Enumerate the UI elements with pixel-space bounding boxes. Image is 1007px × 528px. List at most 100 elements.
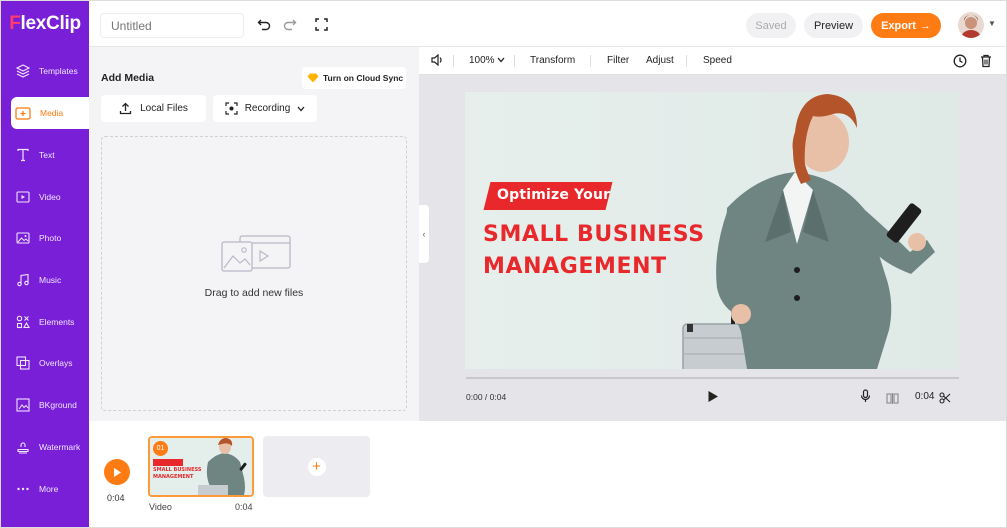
diamond-icon	[307, 73, 319, 83]
sidebar-item-label: Watermark	[39, 442, 81, 452]
media-panel: Add Media Turn on Cloud Sync Local Files…	[89, 47, 419, 421]
collapse-panel-button[interactable]: ‹	[419, 205, 429, 263]
video-icon	[16, 191, 30, 203]
sidebar-item-watermark[interactable]: Watermark	[1, 431, 89, 463]
local-files-button[interactable]: Local Files	[101, 95, 206, 122]
overlays-icon	[16, 356, 30, 370]
sidebar-item-label: Text	[39, 150, 55, 160]
sidebar-item-label: Music	[39, 275, 62, 285]
trash-icon[interactable]	[980, 54, 992, 71]
timecode: 0:00 / 0:04	[466, 392, 507, 402]
fullscreen-icon[interactable]	[312, 15, 330, 33]
panel-title: Add Media	[101, 72, 155, 84]
chevron-down-icon	[297, 106, 305, 111]
playback-scrubber[interactable]	[466, 377, 959, 379]
timeline-play-button[interactable]	[104, 459, 130, 485]
zoom-select[interactable]: 100%	[469, 55, 505, 66]
add-clip-button[interactable]: +	[263, 436, 370, 497]
volume-icon[interactable]	[431, 53, 444, 69]
sidebar-item-overlays[interactable]: Overlays	[1, 347, 89, 379]
sidebar: Templates Media Text Video Photo Music E…	[1, 47, 89, 527]
sidebar-item-media[interactable]: Media	[11, 97, 89, 129]
logo[interactable]: FlexClip	[1, 1, 89, 47]
divider	[514, 55, 515, 67]
chevron-down-icon[interactable]: ▼	[988, 19, 996, 28]
sidebar-item-label: More	[39, 484, 59, 494]
scissors-icon[interactable]	[939, 391, 951, 409]
canvas-headline: SMALL BUSINESS MANAGEMENT	[483, 219, 705, 283]
play-icon	[114, 467, 121, 477]
sidebar-item-more[interactable]: More	[1, 473, 89, 505]
record-icon	[225, 102, 238, 115]
microphone-icon[interactable]	[860, 389, 871, 408]
upload-icon	[119, 102, 132, 115]
sidebar-item-photo[interactable]: Photo	[1, 222, 89, 254]
sidebar-item-video[interactable]: Video	[1, 181, 89, 213]
play-icon[interactable]	[707, 390, 719, 408]
sidebar-item-label: BKground	[39, 400, 77, 410]
preview-button[interactable]: Preview	[804, 13, 863, 38]
music-icon	[17, 273, 29, 287]
top-bar: FlexClip Saved Preview Export → ▼	[1, 1, 1006, 47]
chevron-left-icon: ‹	[422, 229, 426, 239]
export-label: Export	[881, 19, 916, 32]
export-button[interactable]: Export →	[871, 13, 941, 38]
editor-toolbar: 100% Transform Filter Adjust Speed	[419, 47, 1006, 75]
drop-text: Drag to add new files	[204, 287, 304, 299]
headline-line-1: SMALL BUSINESS	[483, 222, 705, 247]
more-icon	[17, 487, 29, 491]
adjust-button[interactable]: Adjust	[646, 55, 674, 66]
sidebar-item-label: Templates	[39, 66, 78, 76]
divider	[590, 55, 591, 67]
sidebar-item-elements[interactable]: Elements	[1, 306, 89, 338]
app-window: FlexClip Saved Preview Export → ▼ Templa…	[0, 0, 1007, 528]
chevron-down-icon	[497, 57, 505, 63]
clip-label: Video	[149, 502, 172, 512]
transform-button[interactable]: Transform	[530, 55, 575, 66]
layers-icon	[16, 64, 30, 78]
sidebar-item-templates[interactable]: Templates	[1, 55, 89, 87]
sidebar-item-background[interactable]: BKground	[1, 389, 89, 421]
headline-line-2: MANAGEMENT	[483, 254, 667, 279]
clip-thumb-line-1: SMALL BUSINESS	[153, 467, 202, 473]
sidebar-item-label: Elements	[39, 317, 75, 327]
timeline-time: 0:04	[107, 493, 125, 503]
sidebar-item-label: Video	[39, 192, 61, 202]
elements-icon	[16, 315, 30, 329]
undo-icon[interactable]	[255, 15, 273, 33]
divider	[453, 55, 454, 67]
speed-button[interactable]: Speed	[703, 55, 732, 66]
project-title-input[interactable]	[100, 13, 244, 38]
clip-number-badge: 01	[153, 441, 168, 456]
files-illustration-icon	[221, 235, 291, 272]
stamp-icon	[17, 442, 29, 454]
text-icon	[17, 148, 29, 162]
plus-icon: +	[307, 457, 326, 476]
editor-area: 100% Transform Filter Adjust Speed Optim…	[419, 47, 1006, 421]
redo-icon[interactable]	[281, 15, 299, 33]
filter-button[interactable]: Filter	[607, 55, 629, 66]
divider	[686, 55, 687, 67]
clip-duration: 0:04	[235, 502, 253, 512]
sidebar-item-label: Overlays	[39, 358, 73, 368]
sidebar-item-label: Media	[40, 108, 64, 118]
sidebar-item-music[interactable]: Music	[1, 264, 89, 296]
clip-tag-shape	[153, 459, 183, 466]
split-view-icon[interactable]	[886, 391, 899, 409]
timeline: 0:04 01 SMALL BUSINESS MANAGEMENT + Vide…	[89, 421, 1006, 527]
drop-zone[interactable]: Drag to add new files	[101, 136, 407, 411]
sidebar-item-label: Photo	[39, 233, 62, 243]
recording-label: Recording	[244, 103, 291, 114]
background-icon	[16, 398, 30, 412]
cloud-sync-label: Turn on Cloud Sync	[323, 73, 404, 83]
logo-text: FlexClip	[9, 13, 81, 34]
clip-thumb-line-2: MANAGEMENT	[153, 474, 194, 480]
sidebar-item-text[interactable]: Text	[1, 139, 89, 171]
timeline-clip[interactable]: 01 SMALL BUSINESS MANAGEMENT	[148, 436, 254, 497]
avatar[interactable]	[958, 12, 984, 38]
recording-button[interactable]: Recording	[213, 95, 317, 122]
cloud-sync-button[interactable]: Turn on Cloud Sync	[302, 67, 406, 89]
clock-icon[interactable]	[953, 54, 967, 71]
media-icon	[15, 107, 31, 120]
video-canvas[interactable]: Optimize Your SMALL BUSINESS MANAGEMENT	[465, 92, 959, 369]
